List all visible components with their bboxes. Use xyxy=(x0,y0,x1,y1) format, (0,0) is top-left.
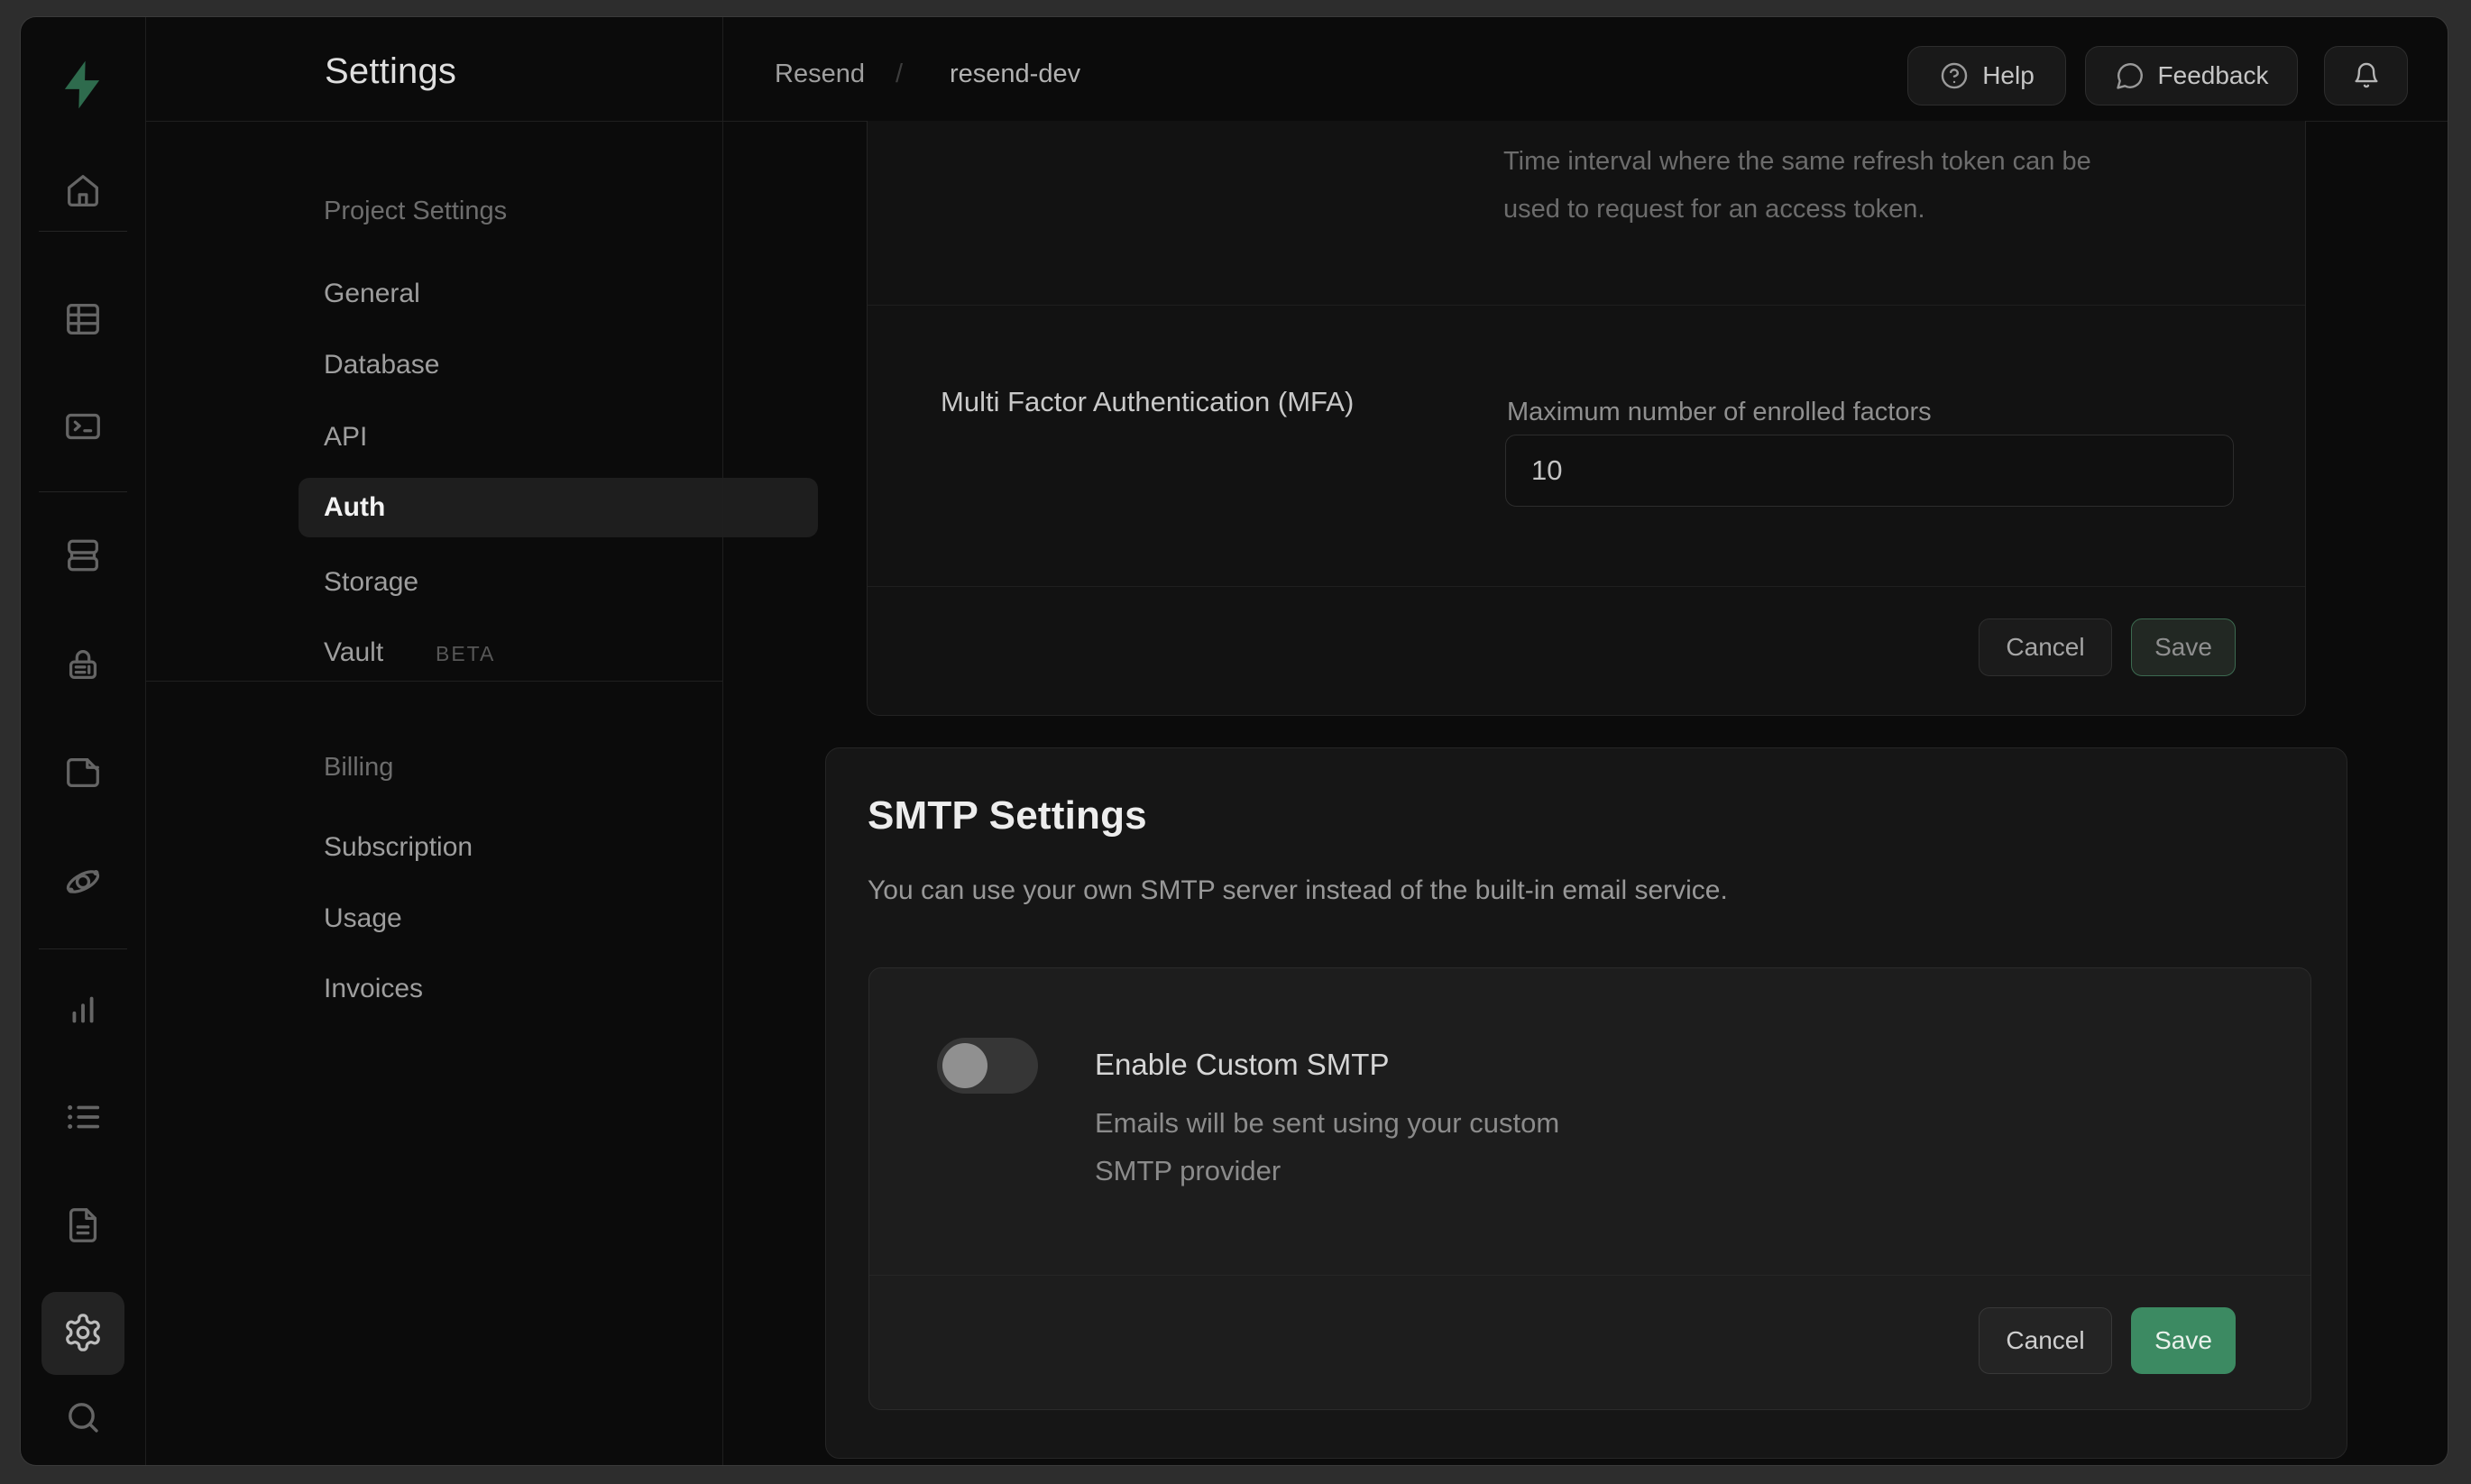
mfa-section-label: Multi Factor Authentication (MFA) xyxy=(941,386,1354,418)
sidebar-item-search[interactable] xyxy=(61,1396,105,1439)
refresh-token-description-line1: Time interval where the same refresh tok… xyxy=(1503,138,2261,186)
sidebar-item-settings[interactable] xyxy=(61,1311,105,1354)
help-circle-icon xyxy=(1939,60,1970,91)
card-footer-divider xyxy=(868,586,2305,587)
file-box-icon xyxy=(62,752,104,793)
sidebar-item-table-editor[interactable] xyxy=(61,298,105,341)
smtp-settings-subtitle: You can use your own SMTP server instead… xyxy=(868,875,1728,906)
app-window: Settings Project Settings General Databa… xyxy=(20,16,2448,1466)
gear-icon xyxy=(62,1312,104,1353)
sidebar-rail xyxy=(21,17,145,1465)
database-icon xyxy=(62,535,104,576)
bell-icon xyxy=(2351,60,2382,91)
auth-save-button[interactable]: Save xyxy=(2131,618,2236,676)
nav-item-subscription[interactable]: Subscription xyxy=(324,830,473,865)
table-icon xyxy=(62,298,104,340)
nav-group-divider xyxy=(145,681,722,682)
breadcrumb-org[interactable]: Resend xyxy=(775,57,865,91)
sidebar-item-docs[interactable] xyxy=(61,1204,105,1247)
enable-custom-smtp-label: Enable Custom SMTP xyxy=(1095,1048,1389,1082)
settings-nav-panel: Settings Project Settings General Databa… xyxy=(145,17,722,1465)
notifications-button[interactable] xyxy=(2324,46,2408,105)
search-icon xyxy=(62,1397,104,1438)
smtp-footer-divider xyxy=(869,1275,2310,1276)
nav-section-billing: Billing xyxy=(324,750,393,784)
nav-section-project-settings: Project Settings xyxy=(324,194,507,228)
terminal-icon xyxy=(62,406,104,447)
max-enrolled-factors-input[interactable] xyxy=(1505,435,2234,507)
sidebar-item-storage[interactable] xyxy=(61,751,105,794)
rail-divider xyxy=(39,231,127,232)
auth-cancel-button[interactable]: Cancel xyxy=(1979,618,2112,676)
rail-divider xyxy=(39,491,127,492)
sidebar-item-home[interactable] xyxy=(61,169,105,213)
feedback-button[interactable]: Feedback xyxy=(2085,46,2298,105)
rail-divider xyxy=(39,948,127,949)
nav-item-usage[interactable]: Usage xyxy=(324,902,402,936)
sidebar-item-sql-editor[interactable] xyxy=(61,405,105,448)
smtp-cancel-button[interactable]: Cancel xyxy=(1979,1307,2112,1374)
page-title: Settings xyxy=(325,51,456,92)
orbit-icon xyxy=(62,861,104,902)
smtp-save-button[interactable]: Save xyxy=(2131,1307,2236,1374)
beta-badge: BETA xyxy=(436,636,495,670)
nav-item-auth[interactable]: Auth xyxy=(324,490,385,525)
nav-item-api[interactable]: API xyxy=(324,420,367,454)
refresh-token-description-line2: used to request for an access token. xyxy=(1503,186,2261,234)
smtp-settings-title: SMTP Settings xyxy=(868,793,1147,838)
toggle-knob xyxy=(942,1043,987,1088)
sidebar-item-edge-functions[interactable] xyxy=(61,860,105,903)
sidebar-item-auth[interactable] xyxy=(61,643,105,686)
nav-panel-border xyxy=(722,17,723,1465)
feedback-button-label: Feedback xyxy=(2158,61,2269,90)
max-enrolled-factors-label: Maximum number of enrolled factors xyxy=(1507,398,1932,427)
smtp-description-line1: Emails will be sent using your custom xyxy=(1095,1099,1672,1147)
nav-item-database[interactable]: Database xyxy=(324,348,439,382)
sidebar-item-logs[interactable] xyxy=(61,1095,105,1139)
home-icon xyxy=(62,170,104,212)
sidebar-item-reports[interactable] xyxy=(61,988,105,1031)
bar-chart-icon xyxy=(62,989,104,1031)
breadcrumb-separator: / xyxy=(896,57,903,91)
breadcrumb-project[interactable]: resend-dev xyxy=(950,57,1080,91)
list-icon xyxy=(62,1096,104,1138)
enable-custom-smtp-description: Emails will be sent using your custom SM… xyxy=(1095,1099,1672,1195)
smtp-description-line2: SMTP provider xyxy=(1095,1147,1672,1195)
supabase-logo-icon[interactable] xyxy=(54,55,110,115)
file-text-icon xyxy=(62,1205,104,1246)
help-button[interactable]: Help xyxy=(1907,46,2066,105)
feedback-bubble-icon xyxy=(2115,60,2145,91)
nav-item-storage[interactable]: Storage xyxy=(324,565,418,600)
help-button-label: Help xyxy=(1982,61,2035,90)
card-row-divider xyxy=(868,305,2305,306)
nav-item-vault[interactable]: Vault xyxy=(324,636,383,670)
refresh-token-description: Time interval where the same refresh tok… xyxy=(1503,138,2261,234)
nav-item-invoices[interactable]: Invoices xyxy=(324,972,423,1006)
enable-custom-smtp-toggle[interactable] xyxy=(937,1038,1038,1094)
nav-item-general[interactable]: General xyxy=(324,277,420,311)
sidebar-item-database[interactable] xyxy=(61,534,105,577)
lock-icon xyxy=(62,644,104,685)
